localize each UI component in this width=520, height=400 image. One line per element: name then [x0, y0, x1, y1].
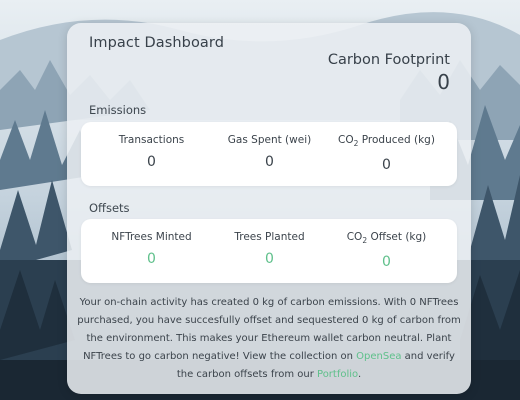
co2-offset-value: 0 [382, 254, 391, 270]
impact-dashboard-card: Impact Dashboard Carbon Footprint 0 Emis… [67, 23, 471, 394]
nftrees-minted-value: 0 [147, 251, 156, 267]
co2-offset-label: CO2 Offset (kg) [346, 231, 427, 246]
gas-spent-value: 0 [265, 154, 274, 170]
trees-planted-value: 0 [265, 251, 274, 267]
portfolio-link[interactable]: Portfolio [317, 369, 358, 380]
carbon-footprint-value: 0 [437, 70, 450, 94]
transactions-label: Transactions [118, 134, 185, 146]
co2-produced-label: CO2 Produced (kg) [338, 134, 435, 149]
trees-planted-label: Trees Planted [234, 231, 305, 243]
opensea-link[interactable]: OpenSea [356, 351, 401, 362]
emissions-panel: Transactions 0 Gas Spent (wei) 0 CO2 Pro… [81, 122, 457, 186]
carbon-footprint-label: Carbon Footprint [327, 52, 450, 68]
dashboard-title: Impact Dashboard [89, 35, 225, 51]
offsets-panel: NFTrees Minted 0 Trees Planted 0 CO2 Off… [81, 219, 457, 283]
offsets-section-label: Offsets [89, 201, 130, 215]
co2-produced-value: 0 [382, 157, 391, 173]
impact-description: Your on-chain activity has created 0 kg … [77, 297, 461, 380]
emissions-section-label: Emissions [89, 103, 147, 117]
transactions-value: 0 [147, 154, 156, 170]
nftrees-minted-label: NFTrees Minted [111, 231, 192, 243]
gas-spent-label: Gas Spent (wei) [227, 134, 312, 146]
